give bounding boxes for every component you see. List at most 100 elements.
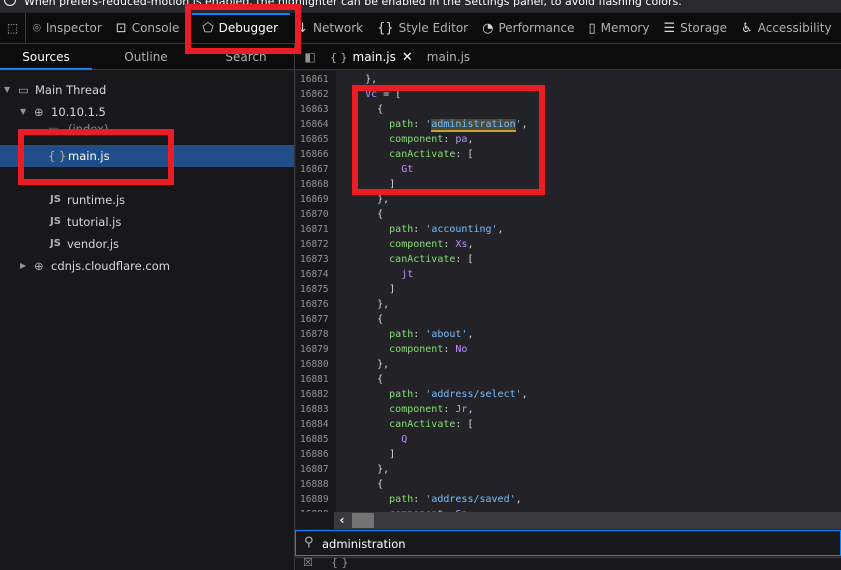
close-tab-icon[interactable]: ✕: [402, 50, 413, 65]
tree-item[interactable]: JS tutorial.js: [0, 211, 294, 233]
code-token: Jr: [455, 404, 468, 415]
code-text: canActivate: [: [341, 417, 473, 432]
code-editor[interactable]: 16861 }, 16862 Vc = [16863 {16864 path: '…: [296, 71, 841, 512]
line-number[interactable]: 16878: [300, 327, 332, 342]
code-line: 16870 {: [296, 207, 841, 222]
horizontal-scrollbar[interactable]: ‹: [334, 512, 841, 529]
code-token: :: [443, 134, 456, 145]
tab-search[interactable]: Search: [200, 44, 292, 70]
tab-storage[interactable]: ☰ Storage: [656, 13, 734, 44]
line-number[interactable]: 16872: [300, 237, 332, 252]
tab-label: Performance: [498, 21, 575, 35]
element-picker-button[interactable]: ⬚: [0, 12, 26, 44]
caret-down-icon[interactable]: ▼: [4, 79, 10, 101]
code-token: ,: [521, 389, 528, 400]
tree-item[interactable]: ▼ ▭ Main Thread: [0, 79, 294, 101]
toggle-sidebar-icon[interactable]: ◧: [296, 50, 324, 64]
line-number[interactable]: 16873: [300, 252, 332, 267]
line-number[interactable]: 16868: [300, 177, 332, 192]
tab-label: Storage: [680, 21, 728, 35]
code-token: },: [341, 464, 390, 475]
caret-right-icon[interactable]: ▶: [20, 255, 26, 277]
code-token: 'accounting': [425, 224, 498, 235]
code-text: },: [341, 462, 389, 477]
line-number[interactable]: 16888: [300, 477, 332, 492]
tab-console[interactable]: ⊡ Console: [109, 13, 187, 44]
sources-tree: ▼ ▭ Main Thread ▼ ⊕ 10.10.1.5 ▭ (index){ } main.…: [0, 70, 295, 570]
code-token: ]: [341, 449, 396, 460]
code-text: ]: [341, 282, 395, 297]
line-number[interactable]: 16875: [300, 282, 332, 297]
line-number[interactable]: 16886: [300, 447, 332, 462]
tab-memory[interactable]: ▯ Memory: [581, 13, 656, 44]
line-number[interactable]: 16865: [300, 132, 332, 147]
code-text: },: [341, 72, 377, 87]
code-token: :: [413, 329, 426, 340]
tree-item[interactable]: ▭ (index): [0, 118, 294, 140]
scrollbar-thumb[interactable]: [352, 513, 374, 528]
line-number[interactable]: 16870: [300, 207, 332, 222]
code-line: 16866 canActivate: [: [296, 147, 841, 162]
code-token: 'address/saved': [425, 494, 516, 505]
tree-item[interactable]: { } main.js: [0, 145, 294, 167]
tab-sources[interactable]: Sources: [0, 44, 92, 70]
tab-style-editor[interactable]: {} Style Editor: [370, 13, 475, 44]
line-number[interactable]: 16882: [300, 387, 332, 402]
tree-item[interactable]: JS runtime.js: [0, 189, 294, 211]
line-number[interactable]: 16869: [300, 192, 332, 207]
file-icon: ▭: [48, 122, 59, 136]
tab-accessibility[interactable]: ♿ Accessibility: [734, 13, 839, 44]
line-number[interactable]: 16874: [300, 267, 332, 282]
code-token: {: [341, 314, 384, 325]
pretty-print-button[interactable]: { }: [331, 556, 349, 569]
code-token: 'about': [425, 329, 468, 340]
line-number[interactable]: 16879: [300, 342, 332, 357]
line-number[interactable]: 16887: [300, 462, 332, 477]
notification-text: When prefers-reduced-motion is enabled, …: [24, 0, 682, 8]
code-text: },: [341, 357, 389, 372]
code-token: component: [341, 404, 444, 415]
js-icon: JS: [50, 216, 61, 227]
editor-tabs: ◧ { } main.js ✕ main.js: [296, 44, 470, 70]
braces-icon: { }: [48, 149, 67, 163]
code-line: 16876 },: [296, 297, 841, 312]
code-line: 16869 },: [296, 192, 841, 207]
line-number[interactable]: 16884: [300, 417, 332, 432]
tree-item[interactable]: JS vendor.js: [0, 233, 294, 255]
tab-inspector[interactable]: ⌾ Inspector: [26, 13, 109, 44]
editor-tab-main[interactable]: main.js: [427, 50, 470, 64]
tree-item[interactable]: ▶ ⊕ cdnjs.cloudflare.com: [0, 255, 294, 277]
tab-label: Debugger: [218, 21, 279, 35]
line-number[interactable]: 16880: [300, 357, 332, 372]
tab-network[interactable]: ↓ Network: [290, 13, 370, 44]
code-line: 16878 path: 'about',: [296, 327, 841, 342]
line-number[interactable]: 16876: [300, 297, 332, 312]
code-line: 16865 component: pa,: [296, 132, 841, 147]
tab-outline[interactable]: Outline: [100, 44, 192, 70]
blackbox-icon[interactable]: ☒: [303, 556, 313, 569]
line-number[interactable]: 16889: [300, 492, 332, 507]
line-number[interactable]: 16866: [300, 147, 332, 162]
tab-debugger[interactable]: ⬠ Debugger: [192, 12, 290, 44]
line-number[interactable]: 16862: [300, 87, 332, 102]
search-input[interactable]: [322, 535, 822, 552]
code-line: 16861 },: [296, 72, 841, 87]
line-number[interactable]: 16883: [300, 402, 332, 417]
code-text: Vc = [: [341, 87, 401, 102]
search-bar: ⚲: [295, 530, 841, 556]
line-number[interactable]: 16885: [300, 432, 332, 447]
line-number[interactable]: 16871: [300, 222, 332, 237]
tab-performance[interactable]: ◔ Performance: [475, 13, 581, 44]
line-number[interactable]: 16881: [300, 372, 332, 387]
line-number[interactable]: 16863: [300, 102, 332, 117]
code-text: path: 'accounting',: [341, 222, 503, 237]
line-number[interactable]: 16867: [300, 162, 332, 177]
line-number[interactable]: 16864: [300, 117, 332, 132]
code-token: ,: [515, 494, 522, 505]
code-text: {: [341, 102, 383, 117]
line-number[interactable]: 16877: [300, 312, 332, 327]
line-number[interactable]: 16861: [300, 72, 332, 87]
scroll-left-icon[interactable]: ‹: [334, 512, 350, 529]
code-line: 16862 Vc = [: [296, 87, 841, 102]
editor-tab-main-pretty[interactable]: main.js: [353, 50, 396, 64]
